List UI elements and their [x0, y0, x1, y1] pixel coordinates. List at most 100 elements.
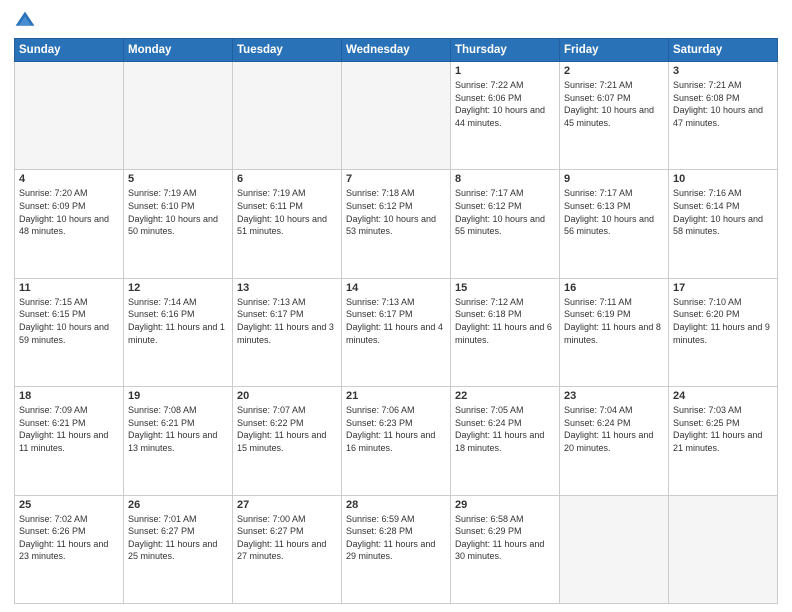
calendar-day-cell: 29Sunrise: 6:58 AMSunset: 6:29 PMDayligh…	[451, 495, 560, 603]
daylight-label: Daylight: 10 hours and 50 minutes.	[128, 214, 218, 237]
daylight-label: Daylight: 11 hours and 23 minutes.	[19, 539, 108, 562]
day-number: 5	[128, 173, 228, 185]
sunset-label: Sunset: 6:27 PM	[128, 526, 195, 536]
day-info: Sunrise: 7:12 AMSunset: 6:18 PMDaylight:…	[455, 296, 555, 346]
daylight-label: Daylight: 11 hours and 13 minutes.	[128, 430, 217, 453]
daylight-label: Daylight: 11 hours and 6 minutes.	[455, 322, 552, 345]
daylight-label: Daylight: 11 hours and 9 minutes.	[673, 322, 770, 345]
sunset-label: Sunset: 6:10 PM	[128, 201, 195, 211]
day-info: Sunrise: 6:59 AMSunset: 6:28 PMDaylight:…	[346, 513, 446, 563]
day-number: 29	[455, 499, 555, 511]
sunrise-label: Sunrise: 7:17 AM	[455, 188, 524, 198]
day-info: Sunrise: 7:08 AMSunset: 6:21 PMDaylight:…	[128, 404, 228, 454]
day-number: 7	[346, 173, 446, 185]
sunset-label: Sunset: 6:12 PM	[455, 201, 522, 211]
day-info: Sunrise: 7:13 AMSunset: 6:17 PMDaylight:…	[237, 296, 337, 346]
sunrise-label: Sunrise: 7:11 AM	[564, 297, 632, 307]
sunrise-label: Sunrise: 7:00 AM	[237, 514, 306, 524]
sunrise-label: Sunrise: 7:09 AM	[19, 405, 88, 415]
sunrise-label: Sunrise: 7:22 AM	[455, 80, 524, 90]
day-info: Sunrise: 7:00 AMSunset: 6:27 PMDaylight:…	[237, 513, 337, 563]
sunset-label: Sunset: 6:23 PM	[346, 418, 413, 428]
sunrise-label: Sunrise: 6:59 AM	[346, 514, 415, 524]
daylight-label: Daylight: 10 hours and 58 minutes.	[673, 214, 763, 237]
calendar-day-cell: 18Sunrise: 7:09 AMSunset: 6:21 PMDayligh…	[15, 387, 124, 495]
day-info: Sunrise: 7:02 AM Sunset: 6:26 PM Daylight:…	[19, 513, 119, 563]
day-number: 21	[346, 390, 446, 402]
daylight-label: Daylight: 10 hours and 56 minutes.	[564, 214, 654, 237]
calendar-day-cell	[124, 62, 233, 170]
sunset-label: Sunset: 6:15 PM	[19, 309, 86, 319]
day-info: Sunrise: 7:05 AMSunset: 6:24 PMDaylight:…	[455, 404, 555, 454]
sunrise-label: Sunrise: 7:21 AM	[673, 80, 742, 90]
sunrise-label: Sunrise: 7:13 AM	[346, 297, 415, 307]
sunrise-label: Sunrise: 7:02 AM	[19, 514, 88, 524]
sunset-label: Sunset: 6:22 PM	[237, 418, 304, 428]
daylight-label: Daylight: 10 hours and 44 minutes.	[455, 105, 545, 128]
calendar-header-thursday: Thursday	[451, 39, 560, 62]
daylight-label: Daylight: 10 hours and 59 minutes.	[19, 322, 109, 345]
sunset-label: Sunset: 6:21 PM	[128, 418, 195, 428]
sunset-label: Sunset: 6:08 PM	[673, 93, 740, 103]
day-info: Sunrise: 7:10 AMSunset: 6:20 PMDaylight:…	[673, 296, 773, 346]
sunrise-label: Sunrise: 7:15 AM	[19, 297, 88, 307]
sunrise-label: Sunrise: 7:18 AM	[346, 188, 415, 198]
sunset-label: Sunset: 6:27 PM	[237, 526, 304, 536]
day-number: 3	[673, 65, 773, 77]
sunset-label: Sunset: 6:29 PM	[455, 526, 522, 536]
calendar-day-cell: 9Sunrise: 7:17 AMSunset: 6:13 PMDaylight…	[560, 170, 669, 278]
day-number: 23	[564, 390, 664, 402]
sunset-label: Sunset: 6:21 PM	[19, 418, 86, 428]
calendar-day-cell: 19Sunrise: 7:08 AMSunset: 6:21 PMDayligh…	[124, 387, 233, 495]
sunrise-label: Sunrise: 7:10 AM	[673, 297, 742, 307]
daylight-label: Daylight: 11 hours and 15 minutes.	[237, 430, 326, 453]
calendar-day-cell: 13Sunrise: 7:13 AMSunset: 6:17 PMDayligh…	[233, 278, 342, 386]
daylight-label: Daylight: 11 hours and 4 minutes.	[346, 322, 443, 345]
day-number: 15	[455, 282, 555, 294]
calendar-week-row: 25Sunrise: 7:02 AMSunset: 6:26 PMDayligh…	[15, 495, 778, 603]
sunrise-label: Sunrise: 7:06 AM	[346, 405, 415, 415]
daylight-label: Daylight: 10 hours and 51 minutes.	[237, 214, 327, 237]
calendar-week-row: 4Sunrise: 7:20 AMSunset: 6:09 PMDaylight…	[15, 170, 778, 278]
day-info: Sunrise: 7:13 AMSunset: 6:17 PMDaylight:…	[346, 296, 446, 346]
calendar-header-wednesday: Wednesday	[342, 39, 451, 62]
calendar-day-cell: 5 Sunrise: 7:19 AM Sunset: 6:10 PM Daylight…	[124, 170, 233, 278]
sunset-label: Sunset: 6:26 PM	[19, 526, 86, 536]
calendar-day-cell: 7Sunrise: 7:18 AMSunset: 6:12 PMDaylight…	[342, 170, 451, 278]
calendar-day-cell: 16Sunrise: 7:11 AMSunset: 6:19 PMDayligh…	[560, 278, 669, 386]
day-info: Sunrise: 7:09 AM Sunset: 6:21 PM Daylight:…	[19, 404, 119, 454]
calendar-day-cell: 12Sunrise: 7:14 AMSunset: 6:16 PMDayligh…	[124, 278, 233, 386]
header	[14, 10, 778, 32]
day-info: Sunrise: 7:01 AMSunset: 6:27 PMDaylight:…	[128, 513, 228, 563]
sunset-label: Sunset: 6:06 PM	[455, 93, 522, 103]
calendar-week-row: 11Sunrise: 7:15 AMSunset: 6:15 PMDayligh…	[15, 278, 778, 386]
calendar-day-cell	[233, 62, 342, 170]
sunset-label: Sunset: 6:13 PM	[564, 201, 631, 211]
daylight-label: Daylight: 10 hours and 45 minutes.	[564, 105, 654, 128]
calendar-day-cell: 2Sunrise: 7:21 AMSunset: 6:07 PMDaylight…	[560, 62, 669, 170]
calendar-day-cell: 1Sunrise: 7:22 AMSunset: 6:06 PMDaylight…	[451, 62, 560, 170]
calendar-day-cell: 14 Sunrise: 7:13 AMSunset: 6:17 PMDayligh…	[342, 278, 451, 386]
calendar-day-cell: 8Sunrise: 7:17 AMSunset: 6:12 PMDaylight…	[451, 170, 560, 278]
calendar-header-monday: Monday	[124, 39, 233, 62]
day-number: 8	[455, 173, 555, 185]
calendar-day-cell: 17 Sunrise: 7:10 AMSunset: 6:20 PMDayligh…	[669, 278, 778, 386]
sunset-label: Sunset: 6:17 PM	[237, 309, 304, 319]
sunrise-label: Sunrise: 7:19 AM	[128, 188, 197, 198]
logo-icon	[14, 10, 36, 32]
day-number: 14	[346, 282, 446, 294]
day-number: 28	[346, 499, 446, 511]
daylight-label: Daylight: 11 hours and 1 minute.	[128, 322, 225, 345]
daylight-label: Daylight: 11 hours and 11 minutes.	[19, 430, 108, 453]
sunset-label: Sunset: 6:12 PM	[346, 201, 413, 211]
calendar-day-cell: 22Sunrise: 7:05 AMSunset: 6:24 PMDayligh…	[451, 387, 560, 495]
day-info: Sunrise: 7:17 AMSunset: 6:12 PMDaylight:…	[455, 187, 555, 237]
calendar-day-cell: 10Sunrise: 7:16 AMSunset: 6:14 PMDayligh…	[669, 170, 778, 278]
daylight-label: Daylight: 11 hours and 20 minutes.	[564, 430, 653, 453]
day-info: Sunrise: 7:07 AMSunset: 6:22 PMDaylight:…	[237, 404, 337, 454]
sunset-label: Sunset: 6:07 PM	[564, 93, 631, 103]
day-number: 17	[673, 282, 773, 294]
sunrise-label: Sunrise: 7:03 AM	[673, 405, 742, 415]
sunrise-label: Sunrise: 7:14 AM	[128, 297, 197, 307]
calendar-week-row: 18Sunrise: 7:09 AMSunset: 6:21 PMDayligh…	[15, 387, 778, 495]
